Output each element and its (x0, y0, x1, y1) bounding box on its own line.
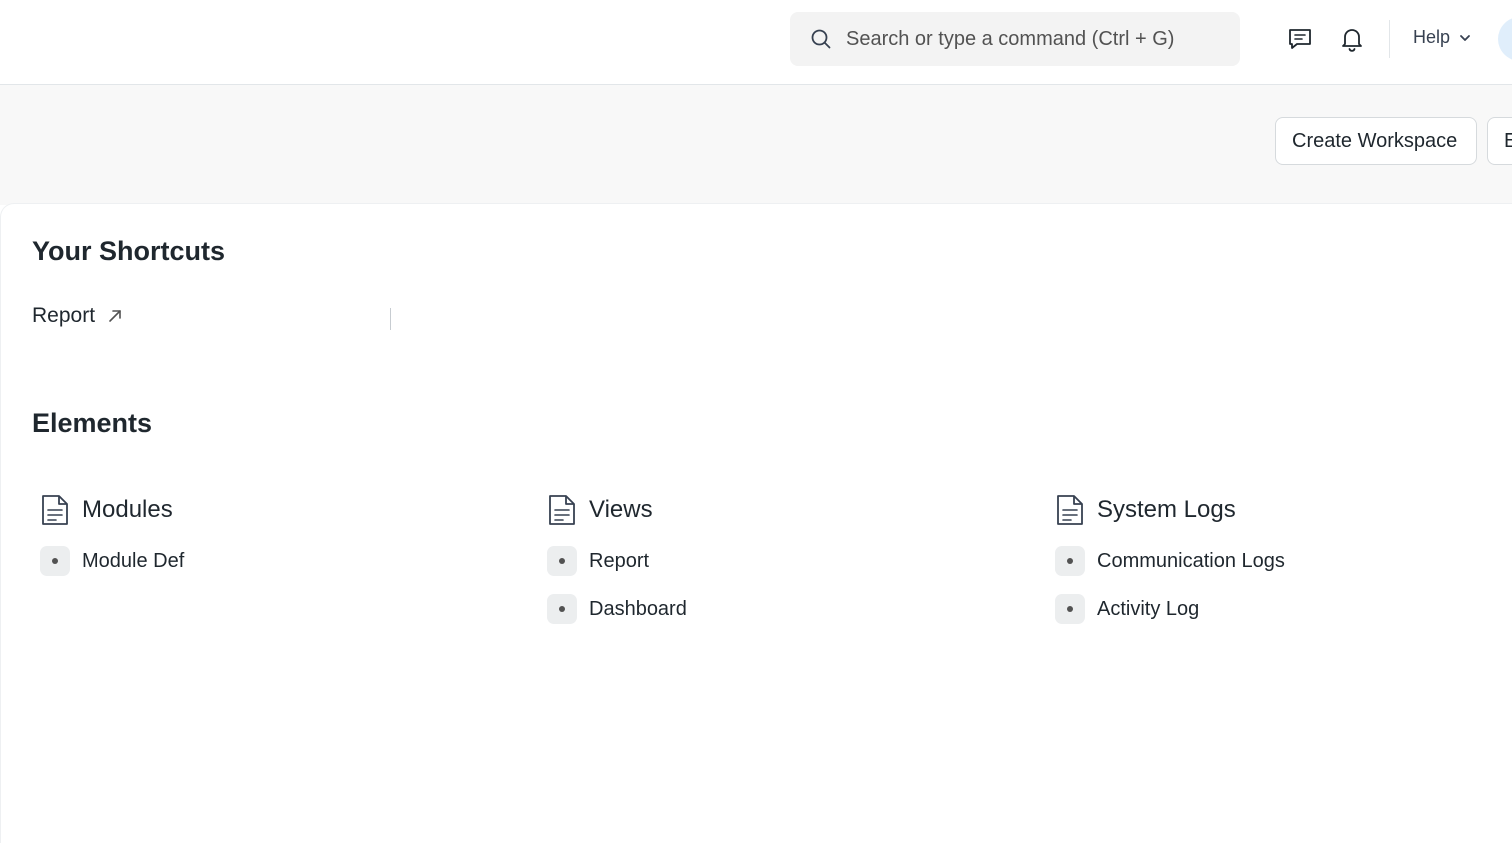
card-title: Views (589, 496, 653, 523)
workspace-card: Your Shortcuts Report Elements Modules M… (0, 203, 1512, 843)
card-modules-header[interactable]: Modules (40, 492, 452, 528)
edit-button[interactable]: Edit (1487, 117, 1512, 165)
link-label: Activity Log (1097, 597, 1200, 620)
chat-icon[interactable] (1285, 24, 1315, 54)
shortcut-report[interactable]: Report (32, 304, 123, 328)
shortcuts-title: Your Shortcuts (32, 236, 226, 266)
avatar[interactable] (1498, 17, 1512, 61)
link-communication-logs[interactable]: Communication Logs (1055, 546, 1467, 576)
help-label: Help (1413, 27, 1451, 47)
card-views: Views Report Dashboard (539, 492, 959, 624)
search-icon (811, 29, 831, 49)
navbar: Help (0, 0, 1512, 85)
link-dashboard[interactable]: Dashboard (547, 594, 959, 624)
navbar-divider (1389, 20, 1390, 58)
shortcut-label: Report (32, 304, 96, 327)
bullet-icon (1055, 594, 1085, 624)
help-dropdown[interactable]: Help (1413, 27, 1472, 48)
card-title: System Logs (1097, 496, 1236, 523)
bullet-icon (547, 546, 577, 576)
document-icon (1057, 495, 1083, 525)
link-module-def[interactable]: Module Def (40, 546, 452, 576)
search-input[interactable] (846, 27, 1226, 51)
document-icon (549, 495, 575, 525)
elements-title: Elements (32, 408, 153, 438)
create-workspace-button[interactable]: Create Workspace (1275, 117, 1477, 165)
link-label: Communication Logs (1097, 549, 1285, 572)
bullet-icon (1055, 546, 1085, 576)
chevron-down-icon (1460, 34, 1470, 41)
bullet-icon (547, 594, 577, 624)
arrow-up-right-icon (109, 310, 121, 322)
card-system-logs-header[interactable]: System Logs (1055, 492, 1467, 528)
search-bar[interactable] (790, 12, 1240, 66)
card-title: Modules (82, 496, 173, 523)
shortcut-divider (390, 308, 391, 330)
card-views-header[interactable]: Views (547, 492, 959, 528)
link-activity-log[interactable]: Activity Log (1055, 594, 1467, 624)
link-label: Module Def (82, 549, 185, 572)
bullet-icon (40, 546, 70, 576)
card-modules: Modules Module Def (32, 492, 452, 576)
link-label: Dashboard (589, 597, 687, 620)
card-system-logs: System Logs Communication Logs Activity … (1047, 492, 1467, 624)
bell-icon[interactable] (1337, 24, 1367, 54)
page-header: Create Workspace Edit (0, 85, 1512, 205)
link-report[interactable]: Report (547, 546, 959, 576)
document-icon (42, 495, 68, 525)
link-label: Report (589, 549, 650, 572)
